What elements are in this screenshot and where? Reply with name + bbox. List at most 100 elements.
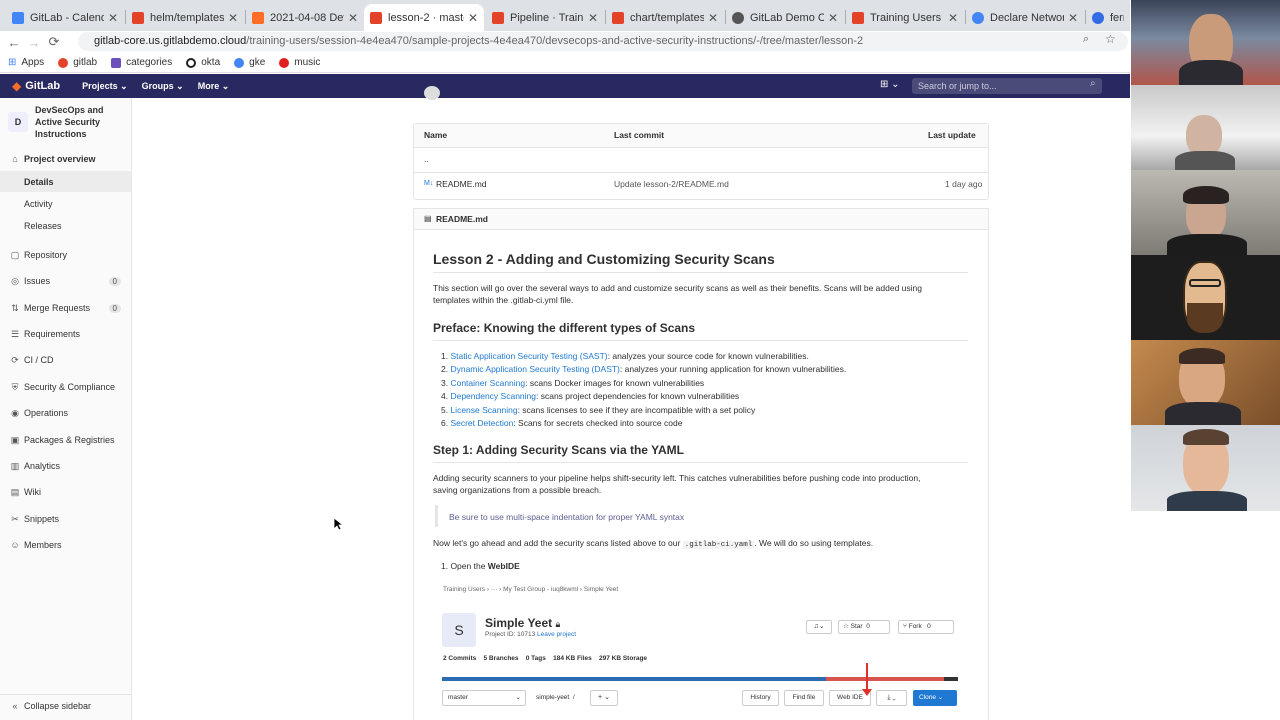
- nav-groups[interactable]: Groups ⌄: [142, 81, 184, 92]
- lock-icon: 🔒︎: [555, 619, 561, 629]
- project-name[interactable]: DevSecOps and Active Security Instructions: [35, 104, 104, 140]
- sidebar-item-issues[interactable]: ◎ Issues 0: [0, 270, 131, 292]
- sidebar-item-requirements[interactable]: ☰ Requirements: [0, 323, 131, 345]
- browser-tab[interactable]: 2021-04-08 DevSe✕: [246, 4, 364, 31]
- browser-tab[interactable]: chart/templates/not✕: [606, 4, 724, 31]
- browser-tab[interactable]: GitLab Demo Cloud✕: [726, 4, 844, 31]
- bookmark-gke[interactable]: gke: [234, 57, 265, 68]
- sidebar-item-wiki[interactable]: ▤ Wiki: [0, 481, 131, 503]
- gitlab-logo-text[interactable]: GitLab: [25, 80, 60, 92]
- search-input[interactable]: Search or jump to...: [912, 78, 1102, 94]
- container-scanning-link[interactable]: Container Scanning: [450, 378, 525, 388]
- browser-tab-active[interactable]: lesson-2 · master ·✕: [364, 4, 484, 31]
- add-file-dropdown-image: + ⌄: [590, 690, 618, 706]
- browser-tab[interactable]: Declare Network Po✕: [966, 4, 1084, 31]
- sidebar-item-ci-cd[interactable]: ⟳ CI / CD: [0, 349, 131, 371]
- close-icon[interactable]: ✕: [828, 11, 838, 25]
- sidebar-item-project-overview[interactable]: ⌂ Project overview: [0, 148, 131, 170]
- bookmark-apps[interactable]: ⊞ Apps: [8, 57, 44, 68]
- back-arrow-icon[interactable]: ←: [4, 35, 24, 50]
- close-icon[interactable]: ✕: [348, 11, 358, 25]
- dast-link[interactable]: Dynamic Application Security Testing (DA…: [450, 364, 619, 374]
- gitlab-icon: [370, 11, 382, 24]
- gitlab-logo-icon[interactable]: ◆: [12, 79, 21, 93]
- sast-link[interactable]: Static Application Security Testing (SAS…: [450, 351, 607, 361]
- bookmark-okta[interactable]: okta: [186, 57, 220, 68]
- parent-directory-link[interactable]: ..: [424, 154, 429, 164]
- sidebar-item-members[interactable]: ☺ Members: [0, 534, 131, 556]
- collapse-sidebar-button[interactable]: «Collapse sidebar: [0, 694, 131, 716]
- branch-select-image: master ⌄: [442, 690, 526, 706]
- sidebar-sub-details[interactable]: Details: [24, 177, 54, 187]
- close-icon[interactable]: ✕: [108, 11, 118, 25]
- sidebar-sub-activity[interactable]: Activity: [24, 199, 53, 209]
- zoom-icon[interactable]: ⌕: [1083, 33, 1089, 46]
- gitlab-icon: [852, 11, 864, 24]
- participant-video: [1131, 170, 1280, 255]
- sidebar-item-packages-registries[interactable]: ▣ Packages & Registries: [0, 429, 131, 451]
- bookmark-gitlab[interactable]: gitlab: [58, 57, 97, 68]
- file-icon: ▤: [424, 214, 432, 223]
- forward-arrow-icon[interactable]: →: [24, 35, 44, 50]
- nav-more[interactable]: More ⌄: [198, 81, 230, 92]
- close-icon[interactable]: ✕: [708, 11, 718, 25]
- bookmarks-bar: ⊞ Apps gitlab categories okta gke music: [0, 53, 1130, 73]
- browser-tab[interactable]: GitLab - Calendar -✕: [6, 4, 124, 31]
- browser-tab[interactable]: helm/templates · m✕: [126, 4, 244, 31]
- dependency-scanning-link[interactable]: Dependency Scanning: [450, 391, 536, 401]
- users-icon: ☺: [10, 540, 20, 550]
- close-icon[interactable]: ✕: [588, 11, 598, 25]
- address-bar[interactable]: gitlab-core.us.gitlabdemo.cloud/training…: [78, 32, 1128, 51]
- project-avatar[interactable]: D: [8, 112, 28, 132]
- license-scanning-link[interactable]: License Scanning: [450, 405, 517, 415]
- browser-tab[interactable]: Pipeline · Training U✕: [486, 4, 604, 31]
- star-icon[interactable]: ☆: [1105, 32, 1116, 46]
- close-icon[interactable]: ✕: [948, 11, 958, 25]
- sidebar-item-operations[interactable]: ◉ Operations: [0, 402, 131, 424]
- participant-video: [1131, 85, 1280, 170]
- step1-heading: Step 1: Adding Security Scans via the YA…: [433, 443, 684, 457]
- bookmark-music[interactable]: music: [279, 57, 320, 68]
- clone-button-image: Clone ⌄: [913, 690, 957, 706]
- step1-paragraph: Adding security scanners to your pipelin…: [433, 473, 921, 495]
- file-table: Name Last commit Last update .. M↓ READM…: [413, 123, 989, 200]
- markdown-file-icon: M↓: [424, 180, 434, 187]
- close-icon[interactable]: ✕: [468, 11, 478, 25]
- merge-requests-count-badge: 0: [108, 303, 121, 313]
- new-item-icon[interactable]: ⊞ ⌄: [880, 79, 900, 90]
- sidebar-active-highlight: [0, 171, 131, 192]
- scan-list-item: 5. License Scanning: scans licenses to s…: [441, 405, 756, 415]
- sidebar-item-analytics[interactable]: ▥ Analytics: [0, 455, 131, 477]
- blockquote-bar: [435, 505, 438, 527]
- templates-paragraph: Now let's go ahead and add the security …: [433, 538, 874, 549]
- red-arrow-head: [862, 689, 872, 696]
- scan-list-item: 6. Secret Detection: Scans for secrets c…: [441, 418, 683, 428]
- preface-heading: Preface: Knowing the different types of …: [433, 321, 696, 335]
- column-header-last-update: Last update: [928, 130, 976, 140]
- gitlab-icon: [492, 11, 504, 24]
- file-name-link[interactable]: README.md: [436, 179, 487, 189]
- book-icon: ▤: [10, 486, 20, 497]
- commit-message-link[interactable]: Update lesson-2/README.md: [614, 179, 729, 189]
- gitlab-icon: [252, 11, 264, 24]
- close-icon[interactable]: ✕: [1068, 11, 1078, 25]
- find-file-button-image: Find file: [784, 690, 824, 706]
- sidebar-item-merge-requests[interactable]: ⇅ Merge Requests 0: [0, 297, 131, 319]
- browser-tab[interactable]: fern-de: [1086, 4, 1130, 31]
- sidebar-sub-releases[interactable]: Releases: [24, 221, 62, 231]
- browser-tab[interactable]: Training Users / Ses✕: [846, 4, 964, 31]
- scan-list-item: 2. Dynamic Application Security Testing …: [441, 364, 847, 374]
- close-icon[interactable]: ✕: [228, 11, 238, 25]
- secret-detection-link[interactable]: Secret Detection: [450, 418, 513, 428]
- readme-header: [414, 209, 988, 230]
- search-icon: ⌕: [1090, 78, 1096, 89]
- nav-projects[interactable]: Projects ⌄: [82, 81, 128, 92]
- project-sidebar: D DevSecOps and Active Security Instructio…: [0, 98, 132, 720]
- bookmark-categories[interactable]: categories: [111, 57, 172, 68]
- rocket-icon: ⟳: [11, 354, 19, 365]
- sidebar-item-repository[interactable]: ▢ Repository: [0, 244, 131, 266]
- reload-icon[interactable]: ⟳: [44, 34, 64, 50]
- sidebar-item-snippets[interactable]: ✂ Snippets: [0, 508, 131, 530]
- sidebar-item-security-compliance[interactable]: ⛨ Security & Compliance: [0, 376, 131, 398]
- package-icon: ▣: [10, 434, 20, 445]
